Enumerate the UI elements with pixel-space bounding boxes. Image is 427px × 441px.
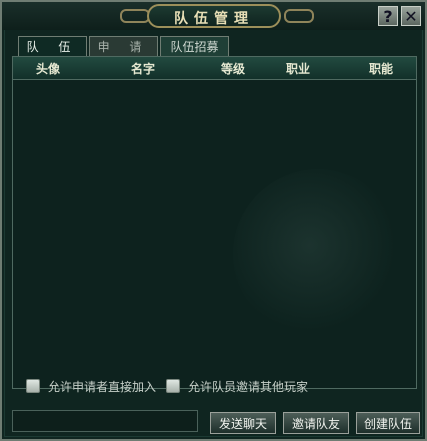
chat-text-field[interactable] [13,412,197,432]
invite-teammate-button[interactable]: 邀请队友 [283,412,349,434]
allow-direct-join-option[interactable]: 允许申请者直接加入 [26,377,156,395]
send-chat-button[interactable]: 发送聊天 [210,412,276,434]
create-team-button[interactable]: 创建队伍 [356,412,420,434]
column-class: 职业 [286,62,311,76]
title-decoration-left [120,9,150,23]
column-name: 名字 [131,62,156,76]
background-watermark [233,169,403,339]
allow-member-invite-option[interactable]: 允许队员邀请其他玩家 [166,377,308,395]
column-role: 职能 [369,62,394,76]
member-list[interactable] [13,79,416,369]
tab-team-recruit[interactable]: 队伍招募 [160,36,229,56]
tab-team[interactable]: 队 伍 [18,36,87,56]
team-list-panel: 头像 名字 等级 职业 职能 [12,56,417,389]
allow-member-invite-label: 允许队员邀请其他玩家 [188,379,309,394]
close-icon[interactable]: ✕ [401,6,421,26]
table-header: 头像 名字 等级 职业 职能 [13,57,416,80]
title-bar: 队伍管理 ? ✕ [2,2,425,30]
allow-direct-join-label: 允许申请者直接加入 [48,379,157,394]
allow-member-invite-checkbox[interactable] [166,379,180,393]
chat-input[interactable] [12,410,198,432]
title-decoration-right [284,9,314,23]
column-avatar: 头像 [36,62,61,76]
column-level: 等级 [221,62,246,76]
title-plaque: 队伍管理 [147,4,281,28]
allow-direct-join-checkbox[interactable] [26,379,40,393]
help-icon[interactable]: ? [378,6,398,26]
tab-applications[interactable]: 申 请 [89,36,158,56]
window-title: 队伍管理 [174,11,254,27]
team-management-window: 队伍管理 ? ✕ 队 伍 申 请 队伍招募 头像 名字 等级 职业 职能 允许申… [0,0,427,441]
